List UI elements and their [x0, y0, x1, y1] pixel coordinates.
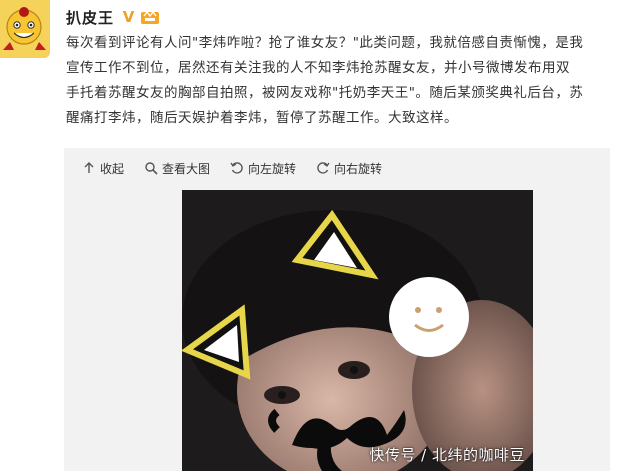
watermark-text: 快传号 / 北纬的咖啡豆	[369, 446, 525, 464]
vip-level-icon	[140, 8, 160, 26]
verified-badge-icon: V	[122, 8, 135, 26]
image-toolbar: 收起 查看大图 向左旋转 向右旋转	[64, 148, 402, 188]
selfie-photo-image	[182, 190, 533, 471]
post-text-line: 宣传工作不到位，居然还有关注我的人不知李炜抢苏醒女友，并小号微博发布用双	[66, 60, 570, 76]
post-text-line: 醒痛打李炜，随后天娱护着李炜，暂停了苏醒工作。大致这样。	[66, 110, 458, 126]
rotate-left-icon	[230, 161, 244, 175]
media-panel: 收起 查看大图 向左旋转 向右旋转 快传号 / 北纬的咖啡豆	[64, 148, 610, 471]
collapse-label: 收起	[100, 161, 125, 176]
rotate-right-label: 向右旋转	[334, 161, 383, 176]
post-content: 每次看到评论有人问"李炜咋啦？抢了谁女友？"此类问题，我就倍感自责惭愧，是我 宣…	[66, 31, 640, 131]
avatar-image	[0, 0, 50, 58]
magnifier-icon	[144, 161, 158, 175]
post-header: 扒皮王 V	[66, 6, 160, 28]
post-text-line: 每次看到评论有人问"李炜咋啦？抢了谁女友？"此类问题，我就倍感自责惭愧，是我	[66, 35, 584, 51]
post-photo[interactable]: 快传号 / 北纬的咖啡豆	[182, 190, 533, 471]
rotate-left-button[interactable]: 向左旋转	[230, 160, 296, 177]
username[interactable]: 扒皮王	[66, 7, 114, 28]
rotate-right-button[interactable]: 向右旋转	[316, 160, 382, 177]
arrow-up-icon	[82, 161, 96, 175]
rotate-left-label: 向左旋转	[248, 161, 297, 176]
view-large-label: 查看大图	[162, 161, 211, 176]
avatar[interactable]	[0, 0, 50, 58]
rotate-right-icon	[316, 161, 330, 175]
post-text-line: 手托着苏醒女友的胸部自拍照，被网友戏称"托奶李天王"。随后某颁奖典礼后台，苏	[66, 85, 584, 101]
collapse-button[interactable]: 收起	[82, 160, 124, 177]
view-large-button[interactable]: 查看大图	[144, 160, 210, 177]
